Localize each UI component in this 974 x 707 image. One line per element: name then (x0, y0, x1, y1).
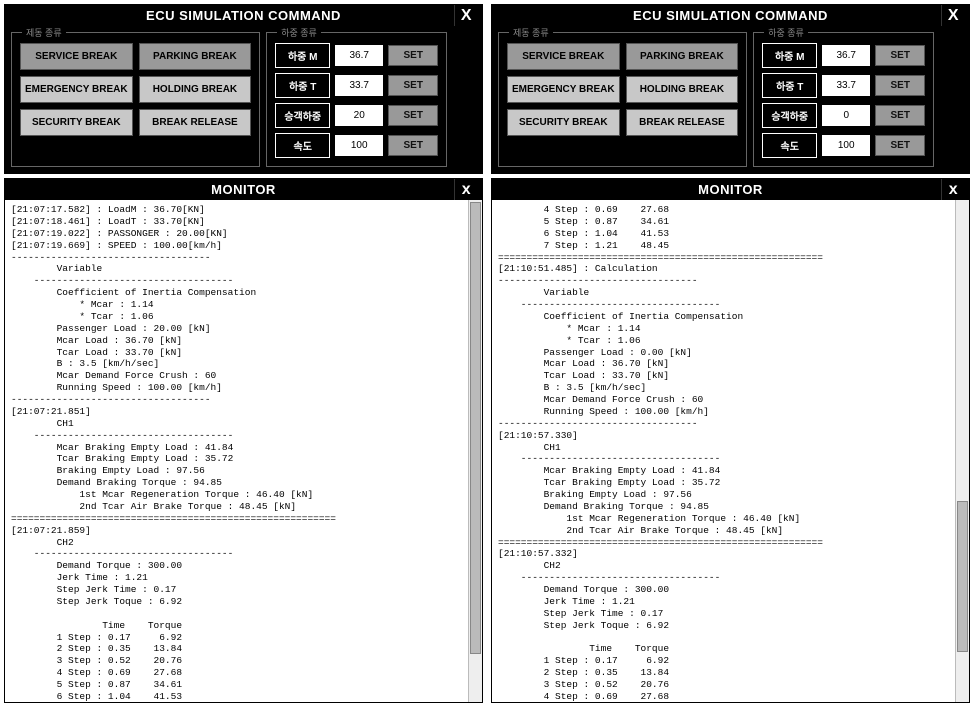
monitor-body: 4 Step : 0.69 27.68 5 Step : 0.87 34.61 … (492, 200, 969, 702)
parking-break-button[interactable]: PARKING BREAK (626, 43, 739, 70)
scrollbar[interactable] (468, 200, 482, 702)
monitor-titlebar: MONITOR x (5, 179, 482, 200)
monitor-body: [21:07:17.582] : LoadM : 36.70[KN] [21:0… (5, 200, 482, 702)
security-break-button[interactable]: SECURITY BREAK (20, 109, 133, 136)
param-label-speed: 속도 (275, 133, 330, 158)
command-titlebar: ECU SIMULATION COMMAND X (492, 5, 969, 26)
break-grid: SERVICE BREAK PARKING BREAK EMERGENCY BR… (20, 43, 251, 136)
security-break-button[interactable]: SECURITY BREAK (507, 109, 620, 136)
param-input-passenger[interactable]: 20 (335, 105, 383, 126)
set-button-load-t[interactable]: SET (875, 75, 925, 96)
set-button-speed[interactable]: SET (388, 135, 438, 156)
param-input-speed[interactable]: 100 (335, 135, 383, 156)
param-input-load-m[interactable]: 36.7 (335, 45, 383, 66)
emergency-break-button[interactable]: EMERGENCY BREAK (20, 76, 133, 103)
param-label-load-t: 하중 T (275, 73, 330, 98)
monitor-log[interactable]: [21:07:17.582] : LoadM : 36.70[KN] [21:0… (5, 200, 468, 702)
param-label-speed: 속도 (762, 133, 817, 158)
holding-break-button[interactable]: HOLDING BREAK (139, 76, 252, 103)
service-break-button[interactable]: SERVICE BREAK (20, 43, 133, 70)
param-grid: 하중 M 36.7 SET 하중 T 33.7 SET 승객하중 0 SET 속… (762, 43, 925, 158)
set-button-load-t[interactable]: SET (388, 75, 438, 96)
monitor-window: MONITOR x [21:07:17.582] : LoadM : 36.70… (4, 178, 483, 703)
param-label-load-t: 하중 T (762, 73, 817, 98)
param-input-load-t[interactable]: 33.7 (822, 75, 870, 96)
scroll-thumb[interactable] (470, 202, 481, 654)
param-label-passenger: 승객하중 (275, 103, 330, 128)
param-group: 하중 종류 하중 M 36.7 SET 하중 T 33.7 SET 승객하중 2… (266, 32, 447, 167)
param-label-load-m: 하중 M (275, 43, 330, 68)
scroll-thumb[interactable] (957, 501, 968, 652)
command-titlebar: ECU SIMULATION COMMAND X (5, 5, 482, 26)
param-label-load-m: 하중 M (762, 43, 817, 68)
scrollbar[interactable] (955, 200, 969, 702)
break-group: 제동 종류 SERVICE BREAK PARKING BREAK EMERGE… (498, 32, 747, 167)
monitor-title: MONITOR (698, 182, 763, 197)
param-group: 하중 종류 하중 M 36.7 SET 하중 T 33.7 SET 승객하중 0… (753, 32, 934, 167)
command-body: 제동 종류 SERVICE BREAK PARKING BREAK EMERGE… (5, 26, 482, 173)
close-icon[interactable]: X (454, 5, 478, 26)
break-grid: SERVICE BREAK PARKING BREAK EMERGENCY BR… (507, 43, 738, 136)
left-panel: ECU SIMULATION COMMAND X 제동 종류 SERVICE B… (4, 4, 483, 703)
command-window: ECU SIMULATION COMMAND X 제동 종류 SERVICE B… (491, 4, 970, 174)
close-icon[interactable]: x (941, 179, 965, 200)
monitor-window: MONITOR x 4 Step : 0.69 27.68 5 Step : 0… (491, 178, 970, 703)
close-icon[interactable]: x (454, 179, 478, 200)
monitor-titlebar: MONITOR x (492, 179, 969, 200)
param-group-label: 하중 종류 (764, 26, 808, 39)
param-input-speed[interactable]: 100 (822, 135, 870, 156)
holding-break-button[interactable]: HOLDING BREAK (626, 76, 739, 103)
break-group: 제동 종류 SERVICE BREAK PARKING BREAK EMERGE… (11, 32, 260, 167)
command-window: ECU SIMULATION COMMAND X 제동 종류 SERVICE B… (4, 4, 483, 174)
param-group-label: 하중 종류 (277, 26, 321, 39)
break-release-button[interactable]: BREAK RELEASE (626, 109, 739, 136)
emergency-break-button[interactable]: EMERGENCY BREAK (507, 76, 620, 103)
param-input-passenger[interactable]: 0 (822, 105, 870, 126)
param-label-passenger: 승객하중 (762, 103, 817, 128)
monitor-log[interactable]: 4 Step : 0.69 27.68 5 Step : 0.87 34.61 … (492, 200, 955, 702)
break-group-label: 제동 종류 (22, 26, 66, 39)
right-panel: ECU SIMULATION COMMAND X 제동 종류 SERVICE B… (491, 4, 970, 703)
close-icon[interactable]: X (941, 5, 965, 26)
command-title: ECU SIMULATION COMMAND (146, 8, 341, 23)
set-button-passenger[interactable]: SET (388, 105, 438, 126)
set-button-load-m[interactable]: SET (875, 45, 925, 66)
param-grid: 하중 M 36.7 SET 하중 T 33.7 SET 승객하중 20 SET … (275, 43, 438, 158)
param-input-load-t[interactable]: 33.7 (335, 75, 383, 96)
parking-break-button[interactable]: PARKING BREAK (139, 43, 252, 70)
set-button-speed[interactable]: SET (875, 135, 925, 156)
monitor-title: MONITOR (211, 182, 276, 197)
service-break-button[interactable]: SERVICE BREAK (507, 43, 620, 70)
set-button-load-m[interactable]: SET (388, 45, 438, 66)
break-group-label: 제동 종류 (509, 26, 553, 39)
command-body: 제동 종류 SERVICE BREAK PARKING BREAK EMERGE… (492, 26, 969, 173)
set-button-passenger[interactable]: SET (875, 105, 925, 126)
break-release-button[interactable]: BREAK RELEASE (139, 109, 252, 136)
param-input-load-m[interactable]: 36.7 (822, 45, 870, 66)
command-title: ECU SIMULATION COMMAND (633, 8, 828, 23)
